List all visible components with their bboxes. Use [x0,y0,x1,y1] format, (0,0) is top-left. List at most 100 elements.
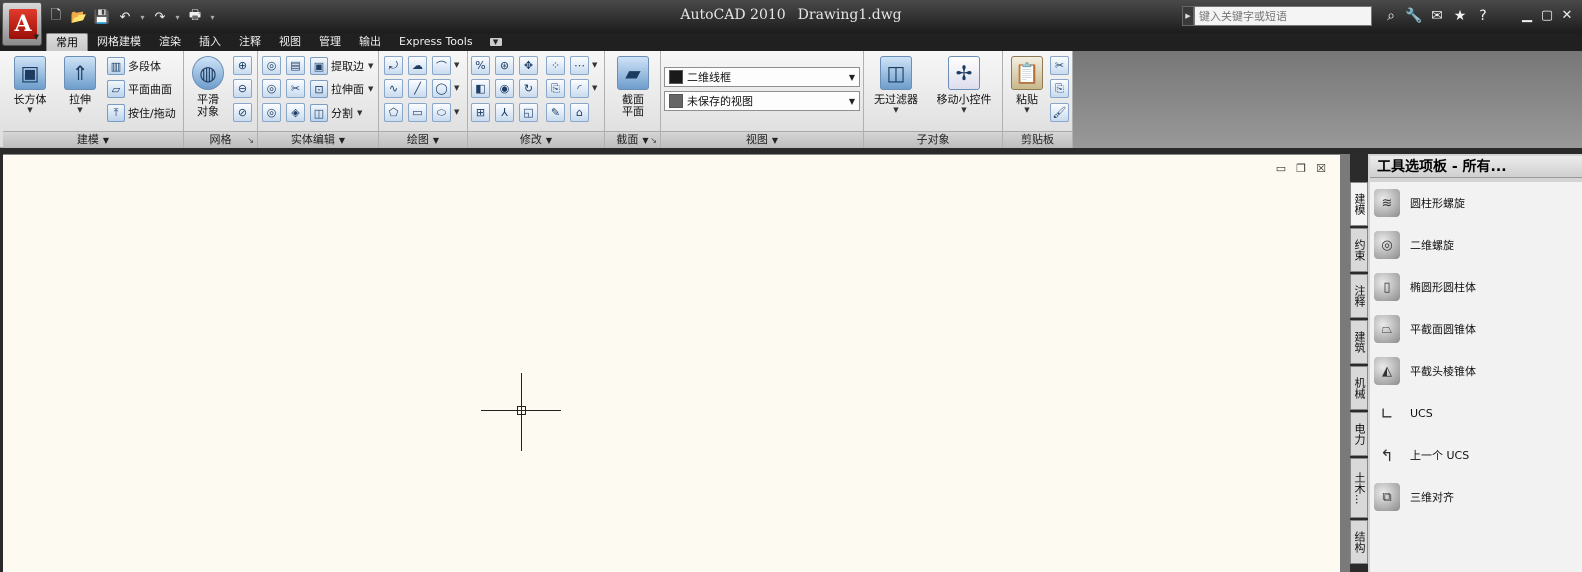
ribbon-minimize-button[interactable]: ▼ [482,33,510,51]
qat-dropdown-icon[interactable]: ▾ [208,8,217,26]
chevron-down-icon[interactable]: ▼ [454,61,459,69]
palette-tab-architectural[interactable]: 建筑 [1350,320,1368,364]
panel-title-draw[interactable]: 绘图 ▼ [379,131,467,148]
tab-manage[interactable]: 管理 [310,33,350,51]
mesh-smooth-more-icon[interactable]: ⊕ [233,56,252,75]
drawing-restore-icon[interactable]: ❐ [1294,162,1308,175]
3d-mirror-icon[interactable]: ◧ [471,79,490,98]
communication-center-icon[interactable]: ✉ [1428,7,1446,25]
intersect-icon[interactable]: ◎ [262,103,281,122]
binoculars-icon[interactable]: ⌕ [1382,7,1400,25]
shell-icon[interactable]: ▤ [286,56,305,75]
polyline-icon[interactable]: ⤾ [384,56,403,75]
scale-percent-icon[interactable]: % [471,56,490,75]
named-view-select[interactable]: 未保存的视图 ▼ [664,91,860,111]
chevron-down-icon[interactable]: ▼ [357,109,362,117]
drawing-close-icon[interactable]: ☒ [1314,162,1328,175]
redo-icon[interactable]: ↷ [150,8,170,26]
mesh-smooth-less-icon[interactable]: ⊖ [233,79,252,98]
revcloud-icon[interactable]: ☁ [408,56,427,75]
tab-insert[interactable]: 插入 [190,33,230,51]
chevron-down-icon[interactable]: ▼ [368,62,373,70]
palette-tab-annotation[interactable]: 注释 [1350,274,1368,318]
palette-tab-mechanical[interactable]: 机械 [1350,366,1368,410]
3d-axis-icon[interactable]: ⅄ [495,103,514,122]
chevron-down-icon[interactable]: ▼ [592,61,597,69]
panel-title-clipboard[interactable]: 剪贴板 [1003,131,1072,148]
chevron-down-icon[interactable]: ▼ [592,84,597,92]
planar-surface-button[interactable]: ▱ 平面曲面 [107,79,172,99]
open-icon[interactable]: 📂 [69,8,89,26]
trim-icon[interactable]: ⋯ [570,56,589,75]
redo-dropdown-icon[interactable]: ▾ [173,8,182,26]
tab-render[interactable]: 渲染 [150,33,190,51]
move-gizmo-button[interactable]: ✢ 移动小控件 ▼ [934,56,994,114]
smooth-object-button[interactable]: ◍ 平滑 对象 [189,56,227,118]
polysolid-button[interactable]: ▥ 多段体 [107,56,161,76]
palette-title[interactable]: 工具选项板 - 所有... [1370,156,1582,178]
save-icon[interactable]: 💾 [92,8,112,26]
wrench-icon[interactable]: 🔧 [1405,7,1423,25]
palette-tab-electrical[interactable]: 电力 [1350,412,1368,456]
cut-icon[interactable]: ✂ [1050,56,1069,75]
chevron-down-icon[interactable]: ▼ [368,85,373,93]
drawing-minimize-icon[interactable]: ▭ [1274,162,1288,175]
palette-item-helix[interactable]: ≋ 圆柱形螺旋 [1374,187,1465,219]
tab-annotate[interactable]: 注释 [230,33,270,51]
presspull-button[interactable]: ⤒ 按住/拖动 [107,103,176,123]
chevron-down-icon[interactable]: ▼ [454,84,459,92]
palette-item-ucs[interactable]: ∟ UCS [1374,397,1432,429]
circle-icon[interactable]: ◯ [432,79,451,98]
tab-output[interactable]: 输出 [350,33,390,51]
panel-title-view[interactable]: 视图 ▼ [661,131,863,148]
paste-button[interactable]: 📋 粘贴 ▼ [1009,56,1045,114]
chevron-down-icon[interactable]: ▼ [454,108,459,116]
thicken-icon[interactable]: ◈ [286,103,305,122]
section-plane-button[interactable]: ▰ 截面 平面 [614,56,652,118]
3d-rotate-icon[interactable]: ⊛ [495,56,514,75]
palette-tab-structural[interactable]: 结构 [1350,520,1368,564]
array-icon[interactable]: ⁘ [546,56,565,75]
3d-array-icon[interactable]: ◉ [495,79,514,98]
match-properties-brush-icon[interactable]: 🖌 [1050,103,1069,122]
undo-dropdown-icon[interactable]: ▾ [138,8,147,26]
palette-item-frustum-cone[interactable]: ⏢ 平截面圆锥体 [1374,313,1476,345]
offset-icon[interactable]: ⌂ [570,103,589,122]
subtract-icon[interactable]: ◎ [262,79,281,98]
dialog-launcher-icon[interactable]: ↘ [247,133,254,149]
palette-tab-modeling[interactable]: 建模 [1350,182,1368,226]
match-properties-icon[interactable]: ✎ [546,103,565,122]
extrude-faces-button[interactable]: ⊡ 拉伸面 ▼ [310,79,373,99]
plot-icon[interactable]: 🖶 [185,8,205,26]
panel-title-modeling[interactable]: 建模 ▼ [3,131,183,148]
ellipse-icon[interactable]: ⬭ [432,103,451,122]
separate-button[interactable]: ◫ 分割 ▼ [310,103,362,123]
undo-icon[interactable]: ↶ [115,8,135,26]
box-button[interactable]: ▣ 长方体 ▼ [11,56,49,114]
close-icon[interactable]: ✕ [1560,7,1574,23]
extract-edges-button[interactable]: ▣ 提取边 ▼ [310,56,373,76]
palette-item-elliptical-cylinder[interactable]: ▯ 椭圆形圆柱体 [1374,271,1476,303]
palette-item-3d-align[interactable]: ⧉ 三维对齐 [1374,481,1454,513]
tab-view[interactable]: 视图 [270,33,310,51]
rotate-icon[interactable]: ↻ [519,79,538,98]
palette-item-frustum-pyramid[interactable]: ◭ 平截头棱锥体 [1374,355,1476,387]
maximize-icon[interactable]: ▢ [1540,7,1554,23]
panel-title-subobject[interactable]: 子对象 [864,131,1002,148]
search-expand-icon[interactable]: ▶ [1182,6,1194,26]
palette-item-2d-spiral[interactable]: ◎ 二维螺旋 [1374,229,1454,261]
polygon-icon[interactable]: ⬠ [384,103,403,122]
tab-express-tools[interactable]: Express Tools [390,33,482,51]
tab-mesh-modeling[interactable]: 网格建模 [88,33,150,51]
slice-icon[interactable]: ✂ [286,79,305,98]
copy-icon[interactable]: ⎘ [546,79,565,98]
spline-icon[interactable]: ∿ [384,79,403,98]
palette-item-ucs-previous[interactable]: ↰ 上一个 UCS [1374,439,1469,471]
minimize-icon[interactable]: ▁ [1520,7,1534,23]
fillet-icon[interactable]: ◜ [570,79,589,98]
help-icon[interactable]: ? [1474,7,1492,25]
application-menu-button[interactable]: A ▼ [2,2,42,46]
tab-home[interactable]: 常用 [46,33,88,51]
rectangle-icon[interactable]: ▭ [408,103,427,122]
search-input[interactable] [1194,6,1372,26]
